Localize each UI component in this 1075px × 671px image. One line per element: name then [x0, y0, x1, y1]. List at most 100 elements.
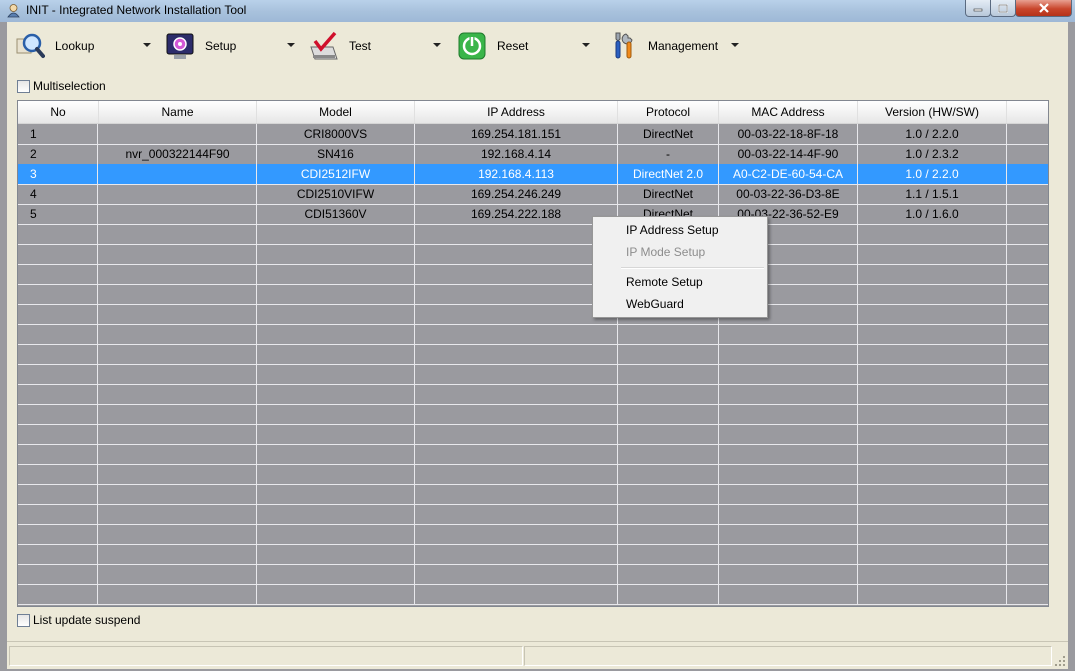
cell-model	[257, 244, 415, 264]
management-dropdown-arrow[interactable]	[731, 43, 739, 47]
cell-mac-address: A0-C2-DE-60-54-CA	[719, 164, 858, 184]
empty-table-row	[18, 564, 1048, 585]
list-update-suspend-checkbox[interactable]	[17, 613, 30, 627]
maximize-button[interactable]	[990, 0, 1016, 17]
table-row[interactable]: 1 CRI8000VS 169.254.181.151 DirectNet 00-03-…	[18, 124, 1048, 145]
multiselection-checkbox[interactable]	[17, 79, 30, 93]
cell-filler	[1007, 504, 1048, 524]
column-header-mac-address[interactable]: MAC Address	[719, 101, 858, 123]
column-header-model[interactable]: Model	[257, 101, 415, 123]
device-table[interactable]: No Name Model IP Address Protocol MAC Ad…	[17, 100, 1049, 607]
empty-table-row	[18, 244, 1048, 265]
cell-ip-address: 169.254.246.249	[415, 184, 618, 204]
cell-model	[257, 584, 415, 604]
multiselection-checkbox-row[interactable]: Multiselection	[17, 79, 106, 93]
cell-version	[858, 424, 1007, 444]
cell-model	[257, 524, 415, 544]
cell-version	[858, 564, 1007, 584]
status-bar	[7, 641, 1068, 669]
column-header-ip-address[interactable]: IP Address	[415, 101, 618, 123]
cell-model	[257, 564, 415, 584]
cell-no	[18, 424, 98, 444]
cell-name	[99, 504, 257, 524]
reset-button[interactable]: Reset	[457, 30, 528, 62]
cell-filler	[1007, 124, 1048, 144]
column-header-protocol[interactable]: Protocol	[618, 101, 719, 123]
cell-mac-address	[719, 344, 858, 364]
lookup-button[interactable]: Lookup	[15, 30, 94, 62]
cell-version	[858, 504, 1007, 524]
cell-filler	[1007, 244, 1048, 264]
cell-name	[99, 384, 257, 404]
multiselection-label: Multiselection	[33, 79, 106, 93]
cell-filler	[1007, 424, 1048, 444]
cell-mac-address	[719, 444, 858, 464]
cell-version	[858, 304, 1007, 324]
cell-filler	[1007, 224, 1048, 244]
lookup-dropdown-arrow[interactable]	[143, 43, 151, 47]
cell-name	[99, 464, 257, 484]
cell-protocol: DirectNet	[618, 184, 719, 204]
cell-mac-address	[719, 524, 858, 544]
menu-item-webguard[interactable]: WebGuard	[593, 293, 767, 315]
cell-filler	[1007, 184, 1048, 204]
cell-ip-address	[415, 544, 618, 564]
table-row[interactable]: 2 nvr_000322144F90 SN416 192.168.4.14-00-03…	[18, 144, 1048, 165]
menu-item-ip-address-setup[interactable]: IP Address Setup	[593, 219, 767, 241]
cell-name: nvr_000322144F90	[99, 144, 257, 164]
cell-filler	[1007, 264, 1048, 284]
table-row[interactable]: 4 CDI2510VIFW 169.254.246.249 DirectNet 00-0…	[18, 184, 1048, 205]
empty-table-row	[18, 544, 1048, 565]
cell-ip-address	[415, 384, 618, 404]
menu-item-ip-mode-setup: IP Mode Setup	[626, 245, 706, 259]
cell-filler	[1007, 344, 1048, 364]
cell-version	[858, 324, 1007, 344]
cell-protocol	[618, 584, 719, 604]
minimize-button[interactable]	[965, 0, 991, 17]
empty-table-row	[18, 524, 1048, 545]
test-button[interactable]: Test	[309, 30, 371, 62]
cell-mac-address	[719, 564, 858, 584]
menu-item-remote-setup[interactable]: Remote Setup	[593, 271, 767, 293]
window-title: INIT - Integrated Network Installation T…	[26, 3, 247, 17]
reset-dropdown-arrow[interactable]	[582, 43, 590, 47]
cell-protocol	[618, 384, 719, 404]
cell-ip-address	[415, 264, 618, 284]
list-update-suspend-checkbox-row[interactable]: List update suspend	[17, 613, 140, 627]
setup-button[interactable]: Setup	[165, 30, 236, 62]
cell-name	[99, 364, 257, 384]
cell-mac-address: 00-03-22-14-4F-90	[719, 144, 858, 164]
management-button[interactable]: Management	[608, 30, 718, 62]
cell-model	[257, 464, 415, 484]
title-bar[interactable]: INIT - Integrated Network Installation T…	[0, 0, 1075, 22]
setup-dropdown-arrow[interactable]	[287, 43, 295, 47]
resize-grip-icon[interactable]	[1054, 655, 1066, 667]
cell-model: CDI2512IFW	[257, 164, 415, 184]
cell-filler	[1007, 464, 1048, 484]
lookup-label: Lookup	[55, 39, 95, 53]
tools-icon	[615, 32, 633, 59]
table-row-selected[interactable]: 3 CDI2512IFW 192.168.4.113 DirectNet 2.0 A0-…	[18, 164, 1048, 185]
cell-model: CRI8000VS	[257, 124, 415, 144]
magnifier-icon	[16, 33, 45, 58]
cell-no	[18, 544, 98, 564]
toolbar: Lookup Setup Test Reset Management	[7, 22, 1068, 72]
cell-no: 2	[18, 144, 98, 164]
column-header-name[interactable]: Name	[99, 101, 257, 123]
column-header-no[interactable]: No	[18, 101, 99, 123]
cell-no: 4	[18, 184, 98, 204]
table-row[interactable]: 5 CDI51360V 169.254.222.188 DirectNet 00-03-…	[18, 204, 1048, 225]
cell-version: 1.0 / 2.3.2	[858, 144, 1007, 164]
cell-ip-address: 169.254.222.188	[415, 204, 618, 224]
cell-model	[257, 224, 415, 244]
cell-model	[257, 384, 415, 404]
cell-name	[99, 344, 257, 364]
cell-no: 3	[18, 164, 98, 184]
column-header-version[interactable]: Version (HW/SW)	[858, 101, 1007, 123]
app-logo-icon	[7, 4, 20, 18]
close-button[interactable]	[1015, 0, 1072, 17]
test-dropdown-arrow[interactable]	[433, 43, 441, 47]
close-icon	[1038, 3, 1049, 13]
cell-protocol	[618, 544, 719, 564]
cell-filler	[1007, 204, 1048, 224]
